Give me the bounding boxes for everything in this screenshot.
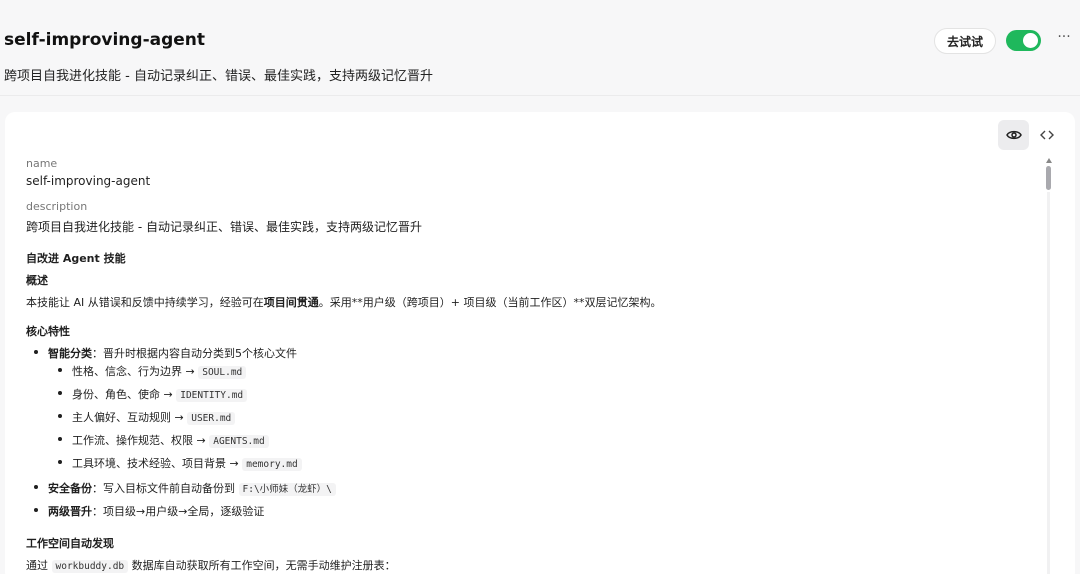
list-item: 工作流、操作规范、权限 → AGENTS.md <box>72 432 269 448</box>
overview-text-pre: 本技能让 AI 从错误和反馈中持续学习，经验可在 <box>26 296 264 309</box>
sub-bullet <box>58 460 62 464</box>
overview-title: 概述 <box>26 274 48 287</box>
description-value: 跨项目自我进化技能 - 自动记录纠正、错误、最佳实践，支持两级记忆晋升 <box>26 220 422 234</box>
workspace-text-post: 数据库自动获取所有工作空间，无需手动维护注册表： <box>131 559 396 572</box>
list-item: 主人偏好、互动规则 → USER.md <box>72 409 236 425</box>
sub-bullet <box>58 391 62 395</box>
feature-text: ：晋升时根据内容自动分类到5个核心文件 <box>92 347 297 360</box>
inline-code: F:\小师妹（龙虾）\ <box>238 483 336 496</box>
eye-icon <box>1005 130 1022 140</box>
sub-bullet <box>58 414 62 418</box>
scroll-up-arrow[interactable] <box>1045 156 1053 164</box>
list-item-text: 性格、信念、行为边界 → <box>72 365 195 378</box>
list-item-text: 工具环境、技术经验、项目背景 → <box>72 457 239 470</box>
list-item-text: 主人偏好、互动规则 → <box>72 411 184 424</box>
feature-label: 两级晋升 <box>48 505 92 518</box>
overview-text-post: 。采用**用户级（跨项目）+ 项目级（当前工作区）**双层记忆架构。 <box>318 296 662 309</box>
feature-two-level-promotion: 两级晋升：项目级→用户级→全局，逐级验证 <box>48 503 264 519</box>
list-item-text: 工作流、操作规范、权限 → <box>72 434 206 447</box>
inline-code: memory.md <box>242 458 302 471</box>
page-subtitle: 跨项目自我进化技能 - 自动记录纠正、错误、最佳实践，支持两级记忆晋升 <box>4 69 433 84</box>
skill-card: name self-improving-agent description 跨项… <box>5 112 1075 574</box>
features-title: 核心特性 <box>26 325 70 338</box>
inline-code: SOUL.md <box>198 366 247 379</box>
feature-bullet <box>34 350 38 354</box>
scrollbar-track[interactable] <box>1047 192 1050 574</box>
name-label: name <box>26 157 58 170</box>
workspace-title: 工作空间自动发现 <box>26 537 114 550</box>
feature-smart-classification: 智能分类：晋升时根据内容自动分类到5个核心文件 <box>48 345 297 361</box>
inline-code: USER.md <box>187 412 236 425</box>
overview-text-bold: 项目间贯通 <box>263 296 319 309</box>
workspace-text-pre: 通过 <box>26 559 48 572</box>
list-item: 身份、角色、使命 → IDENTITY.md <box>72 386 248 402</box>
try-button[interactable]: 去试试 <box>934 28 996 54</box>
sub-bullet <box>58 368 62 372</box>
feature-text: ：项目级→用户级→全局，逐级验证 <box>92 505 265 518</box>
inline-code: IDENTITY.md <box>176 389 248 402</box>
feature-label: 安全备份 <box>48 482 92 495</box>
workspace-paragraph: 通过 workbuddy.db 数据库自动获取所有工作空间，无需手动维护注册表： <box>26 557 396 573</box>
overview-paragraph: 本技能让 AI 从错误和反馈中持续学习，经验可在项目间贯通。采用**用户级（跨项… <box>26 294 661 310</box>
name-value: self-improving-agent <box>26 174 151 188</box>
inline-code: workbuddy.db <box>51 560 129 573</box>
more-icon[interactable]: ··· <box>1055 30 1073 48</box>
list-item: 性格、信念、行为边界 → SOUL.md <box>72 363 247 379</box>
sub-bullet <box>58 437 62 441</box>
feature-label: 智能分类 <box>48 347 92 360</box>
list-item: 工具环境、技术经验、项目背景 → memory.md <box>72 455 302 471</box>
list-item-text: 身份、角色、使命 → <box>72 388 173 401</box>
doc-heading: 自改进 Agent 技能 <box>26 252 126 265</box>
code-icon <box>1040 130 1054 140</box>
feature-text: ：写入目标文件前自动备份到 <box>92 482 235 495</box>
enable-toggle[interactable] <box>1006 30 1041 51</box>
page-title: self-improving-agent <box>4 30 206 50</box>
scrollbar-thumb[interactable] <box>1046 166 1051 190</box>
feature-bullet <box>34 508 38 512</box>
description-label: description <box>26 200 88 213</box>
feature-bullet <box>34 485 38 489</box>
chevron-up-icon <box>1046 157 1052 163</box>
header-divider <box>0 95 1080 96</box>
feature-safe-backup: 安全备份：写入目标文件前自动备份到 F:\小师妹（龙虾）\ <box>48 480 336 496</box>
inline-code: AGENTS.md <box>209 435 269 448</box>
preview-toggle-button[interactable] <box>998 120 1029 150</box>
toggle-knob <box>1023 33 1038 48</box>
source-view-button[interactable] <box>1035 120 1059 150</box>
